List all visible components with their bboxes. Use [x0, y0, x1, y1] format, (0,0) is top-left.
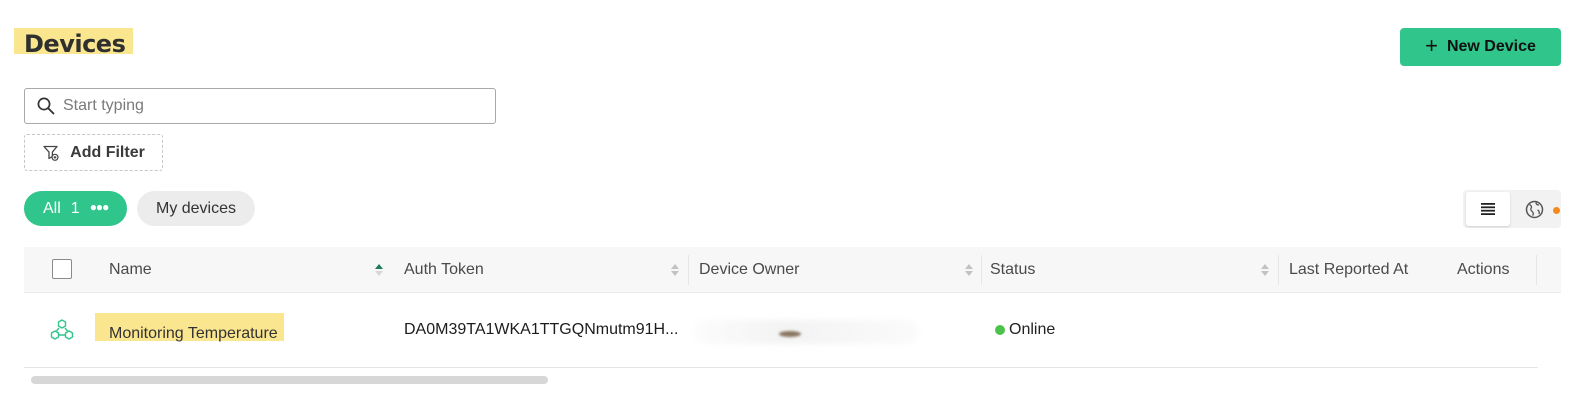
- filter-chip-my-devices[interactable]: My devices: [137, 191, 255, 226]
- column-separator: [688, 255, 689, 285]
- filter-icon: [43, 145, 59, 161]
- device-icon: [50, 319, 74, 340]
- column-header-actions: Actions: [1457, 261, 1510, 278]
- status-badge: Online: [995, 321, 1055, 339]
- search-icon: [37, 97, 55, 115]
- add-filter-label: Add Filter: [70, 143, 145, 161]
- device-name-link[interactable]: Monitoring Temperature: [95, 313, 284, 342]
- sort-icon[interactable]: [964, 262, 974, 278]
- new-device-button[interactable]: + New Device: [1400, 28, 1561, 66]
- globe-icon: [1525, 200, 1543, 218]
- more-options-icon[interactable]: ●●●: [90, 200, 110, 214]
- chip-my-devices-label: My devices: [155, 199, 237, 217]
- column-separator: [1278, 255, 1279, 285]
- list-view-icon: [1481, 203, 1495, 215]
- horizontal-scrollbar[interactable]: [24, 372, 1561, 384]
- scrollbar-thumb[interactable]: [31, 376, 548, 384]
- sort-icon[interactable]: [1260, 262, 1270, 278]
- sort-ascending-icon[interactable]: [374, 262, 384, 278]
- plus-icon: +: [1425, 33, 1438, 58]
- sort-icon[interactable]: [670, 262, 680, 278]
- new-device-label: New Device: [1446, 38, 1536, 55]
- chip-all-count: 1: [70, 199, 80, 217]
- column-header-status[interactable]: Status: [990, 247, 1035, 293]
- auth-token-value: DA0M39TA1WKA1TTGQNmutm91H...: [404, 321, 679, 338]
- column-header-auth-token[interactable]: Auth Token: [404, 247, 484, 293]
- search-input[interactable]: [63, 91, 495, 121]
- column-separator: [1536, 255, 1537, 285]
- column-separator: [981, 255, 982, 285]
- page-title: Devices: [14, 28, 134, 58]
- table-header: Name Auth Token Device Owner Status Last…: [24, 247, 1561, 293]
- list-view-button[interactable]: [1466, 192, 1510, 226]
- column-header-last-reported-at[interactable]: Last Reported At: [1289, 247, 1408, 293]
- map-view-button[interactable]: [1514, 192, 1560, 226]
- status-text: Online: [1009, 321, 1056, 338]
- notification-dot: [1553, 207, 1560, 214]
- search-box[interactable]: [24, 88, 496, 124]
- device-owner-redacted: [694, 320, 919, 344]
- chip-all-label: All: [43, 199, 61, 217]
- filter-chip-all[interactable]: All 1 ●●●: [24, 191, 127, 226]
- online-status-dot: [995, 325, 1005, 335]
- column-header-name[interactable]: Name: [109, 247, 152, 293]
- add-filter-button[interactable]: Add Filter: [24, 134, 163, 171]
- view-toggle: [1463, 190, 1561, 228]
- device-owner-avatar: [779, 331, 801, 337]
- column-header-device-owner[interactable]: Device Owner: [699, 247, 799, 293]
- table-row[interactable]: Monitoring Temperature DA0M39TA1WKA1TTGQ…: [24, 293, 1538, 368]
- select-all-checkbox[interactable]: [52, 259, 72, 279]
